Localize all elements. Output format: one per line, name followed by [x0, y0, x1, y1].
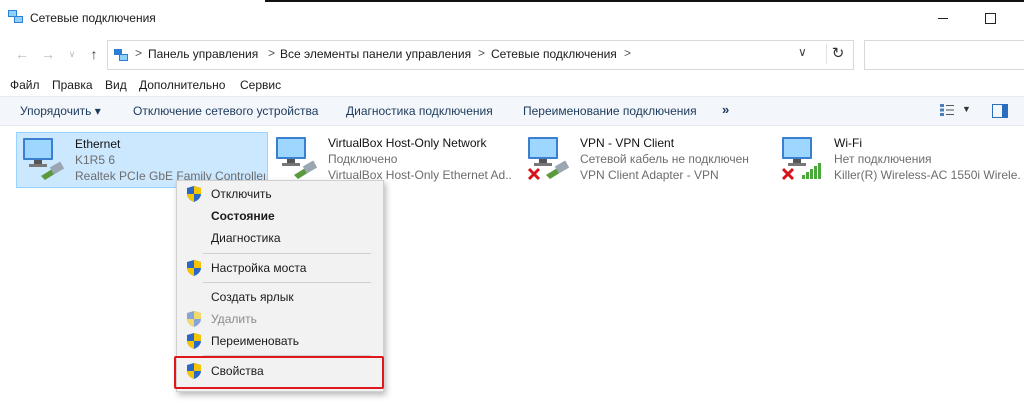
connection-status: Сетевой кабель не подключен [580, 152, 749, 166]
breadcrumb-separator: > [135, 46, 143, 60]
view-dropdown-arrow-icon[interactable]: ▼ [962, 104, 971, 114]
refresh-icon[interactable]: ↻ [826, 44, 849, 64]
connection-status: Нет подключения [834, 152, 932, 166]
breadcrumb-separator: > [268, 46, 276, 60]
context-item-label: Отключить [211, 187, 272, 201]
address-row: ← → ∨ ↑ > Панель управления > Все элемен… [0, 38, 1024, 70]
connection-tile-virtualbox[interactable]: VirtualBox Host-Only Network Подключено … [270, 132, 518, 186]
network-connections-app-icon [8, 10, 23, 23]
uac-shield-icon [187, 311, 201, 327]
menu-advanced[interactable]: Дополнительно [139, 78, 225, 92]
recent-locations-chevron-icon[interactable]: ∨ [64, 46, 80, 62]
minimize-icon [938, 17, 948, 19]
menu-edit[interactable]: Правка [52, 78, 93, 92]
menu-view[interactable]: Вид [105, 78, 127, 92]
breadcrumb-all-items[interactable]: Все элементы панели управления [280, 47, 471, 61]
disable-device-button[interactable]: Отключение сетевого устройства [133, 104, 318, 118]
connection-status: K1R5 6 [75, 153, 116, 167]
context-item-disable[interactable]: Отключить [177, 183, 383, 205]
ethernet-connected-icon [23, 138, 65, 180]
context-item-label: Настройка моста [211, 261, 307, 275]
address-bar[interactable]: > Панель управления > Все элементы панел… [107, 40, 854, 70]
connection-tile-vpn[interactable]: VPN - VPN Client Сетевой кабель не подкл… [522, 132, 772, 186]
menu-separator [203, 282, 371, 283]
title-bar: Сетевые подключения [0, 0, 1024, 36]
context-item-label: Состояние [211, 209, 275, 223]
connection-device: VPN Client Adapter - VPN [580, 168, 719, 182]
breadcrumb-control-panel[interactable]: Панель управления [148, 47, 258, 61]
breadcrumb-network-connections[interactable]: Сетевые подключения [491, 47, 617, 61]
context-item-label: Удалить [211, 312, 257, 326]
breadcrumb-separator: > [478, 46, 486, 60]
maximize-button[interactable] [975, 6, 1005, 30]
context-item-label: Диагностика [211, 231, 281, 245]
context-item-status[interactable]: Состояние [177, 205, 383, 227]
context-item-create-shortcut[interactable]: Создать ярлык [177, 286, 383, 308]
breadcrumb-separator: > [624, 46, 632, 60]
search-input[interactable] [864, 40, 1024, 70]
up-arrow-icon[interactable]: ↑ [86, 46, 102, 62]
connection-tile-wifi[interactable]: Wi-Fi Нет подключения Killer(R) Wireless… [776, 132, 1022, 186]
uac-shield-icon [187, 333, 201, 349]
context-item-rename[interactable]: Переименовать [177, 330, 383, 352]
window-title: Сетевые подключения [30, 11, 156, 25]
more-commands-button[interactable]: » [722, 102, 729, 117]
menu-file[interactable]: Файл [10, 78, 40, 92]
address-history-chevron-icon[interactable]: ∨ [798, 45, 807, 59]
command-bar: Упорядочить ▾ Отключение сетевого устрой… [0, 96, 1024, 126]
connection-status: Подключено [328, 152, 398, 166]
menu-tools[interactable]: Сервис [240, 78, 281, 92]
context-item-label: Переименовать [211, 334, 299, 348]
back-arrow-icon[interactable]: ← [14, 46, 30, 62]
connection-name: VirtualBox Host-Only Network [328, 136, 487, 150]
context-item-bridge[interactable]: Настройка моста [177, 257, 383, 279]
menu-bar: Файл Правка Вид Дополнительно Сервис [0, 74, 1024, 94]
ethernet-connected-icon [276, 137, 318, 179]
uac-shield-icon [187, 186, 201, 202]
maximize-icon [984, 12, 996, 24]
connection-name: VPN - VPN Client [580, 136, 675, 150]
preview-pane-icon[interactable] [992, 104, 1008, 118]
organize-button[interactable]: Упорядочить ▾ [20, 104, 101, 118]
minimize-button[interactable] [928, 6, 958, 30]
rename-connection-button[interactable]: Переименование подключения [523, 104, 697, 118]
context-item-diagnostics[interactable]: Диагностика [177, 227, 383, 249]
ethernet-disconnected-icon [527, 137, 570, 181]
context-item-label: Создать ярлык [211, 290, 294, 304]
forward-arrow-icon[interactable]: → [40, 46, 56, 62]
control-panel-icon [114, 49, 128, 61]
menu-separator [203, 253, 371, 254]
window-top-edge [265, 0, 1024, 2]
diagnose-connection-button[interactable]: Диагностика подключения [346, 104, 493, 118]
wifi-disconnected-icon [781, 137, 821, 181]
connection-name: Ethernet [75, 137, 121, 151]
context-item-delete: Удалить [177, 308, 383, 330]
properties-highlight-box [174, 356, 384, 389]
connection-name: Wi-Fi [834, 136, 862, 150]
change-view-icon[interactable] [940, 104, 954, 116]
connection-device: Killer(R) Wireless-AC 1550i Wirele... [834, 168, 1020, 182]
uac-shield-icon [187, 260, 201, 276]
